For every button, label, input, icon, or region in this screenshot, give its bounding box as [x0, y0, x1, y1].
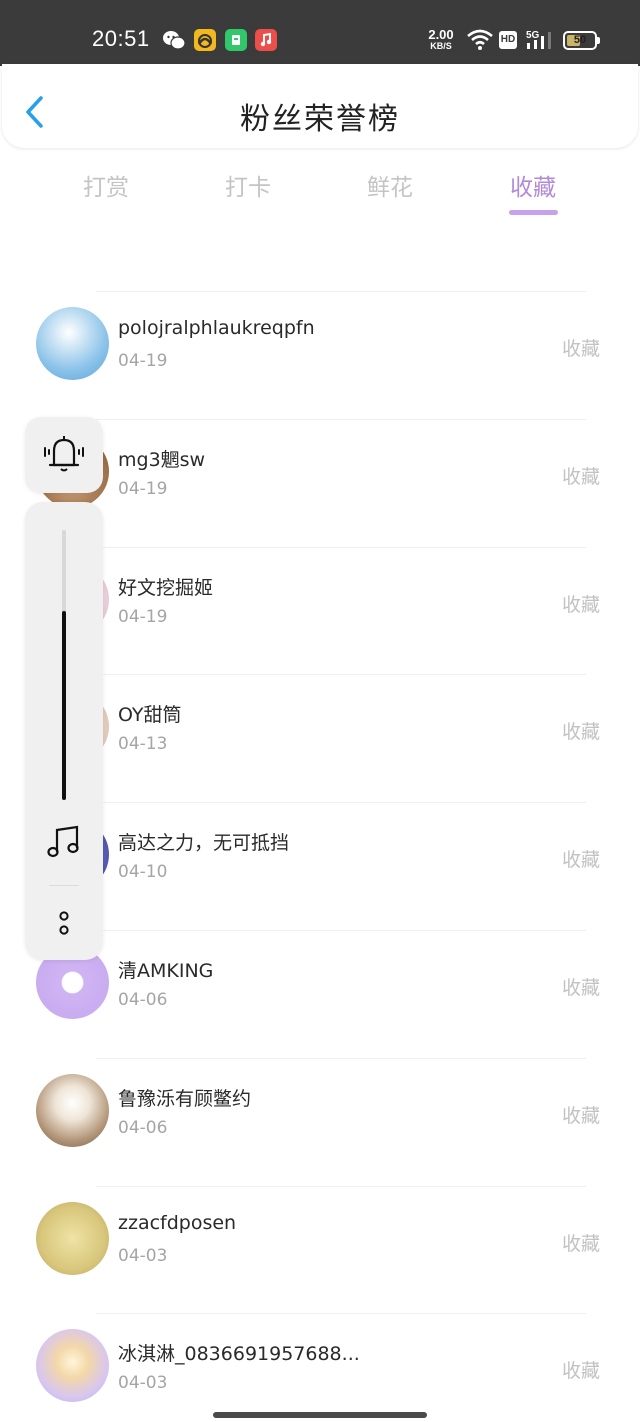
- network-speed-value: 2.00: [428, 27, 454, 42]
- list-item[interactable]: 鲁豫泺有顾鳖约 04-06 收藏: [0, 1057, 640, 1186]
- tab-favorites[interactable]: 收藏: [493, 168, 573, 202]
- list-item-date: 04-03: [118, 1245, 168, 1266]
- list-item-name: 清AMKING: [118, 960, 214, 982]
- green-app-icon: [225, 29, 247, 51]
- wifi-icon: [466, 27, 494, 55]
- list-divider: [96, 674, 586, 676]
- list-item-date: 04-19: [118, 606, 168, 627]
- list-divider: [96, 1313, 586, 1315]
- list-item-action[interactable]: 收藏: [562, 717, 600, 744]
- status-bar: 20:51 2.00 KB/S HD 5G 50: [0, 0, 640, 66]
- list-divider: [96, 1185, 586, 1187]
- volume-panel: [25, 502, 103, 960]
- list-item-date: 04-13: [118, 734, 168, 755]
- list-item-name: 冰淇淋_0836691957688...: [118, 1343, 360, 1366]
- volume-slider[interactable]: [62, 530, 66, 800]
- battery-icon: 50: [563, 31, 597, 50]
- music-app-icon: [255, 29, 277, 51]
- battery-level: 50: [573, 34, 587, 46]
- avatar[interactable]: [36, 1201, 109, 1275]
- list-item[interactable]: polojralphlaukreqpfn 04-19 收藏: [0, 291, 640, 419]
- list-item-name: 鲁豫泺有顾鳖约: [118, 1087, 252, 1110]
- list-item-name: zzacfdposen: [118, 1211, 237, 1234]
- list-item-name: mg3魍sw: [118, 448, 206, 471]
- list-divider: [96, 546, 586, 548]
- network-type-label: 5G: [526, 30, 540, 41]
- signal-icon: 5G: [526, 29, 554, 55]
- list-item-action[interactable]: 收藏: [562, 462, 600, 489]
- list-item-action[interactable]: 收藏: [562, 590, 600, 617]
- list-item[interactable]: 03-31: [0, 237, 640, 255]
- list-item-date: 04-06: [118, 990, 168, 1010]
- tab-checkin[interactable]: 打卡: [208, 168, 288, 202]
- volume-slider-fill: [62, 611, 66, 800]
- list-item-date: 04-10: [118, 862, 168, 883]
- list-item-name: 高达之力，无可抵挡: [118, 832, 290, 855]
- tab-bar: 打赏 打卡 鲜花 收藏: [0, 160, 640, 220]
- avatar[interactable]: [36, 1329, 109, 1403]
- more-dots-icon[interactable]: [56, 910, 72, 938]
- list-item-date: 04-19: [118, 351, 168, 371]
- hd-badge: HD: [499, 31, 517, 49]
- list-item-date: 04-06: [118, 1117, 168, 1138]
- list-item-action[interactable]: 收藏: [562, 845, 600, 872]
- list-divider: [96, 418, 586, 420]
- active-tab-indicator: [509, 210, 558, 215]
- page-title: 粉丝荣誉榜: [240, 102, 400, 137]
- ring-mode-button[interactable]: [25, 417, 103, 493]
- tab-flowers[interactable]: 鲜花: [350, 168, 430, 202]
- list-divider: [96, 802, 586, 804]
- list-item-date: 04-19: [118, 478, 168, 499]
- list-item[interactable]: 冰淇淋_0836691957688... 04-03 收藏: [0, 1313, 640, 1422]
- list-item[interactable]: zzacfdposen 04-03 收藏: [0, 1185, 640, 1314]
- list-divider: [96, 1057, 586, 1059]
- list-item-action[interactable]: 收藏: [562, 334, 600, 361]
- list-item-action[interactable]: 收藏: [562, 973, 600, 1000]
- tab-tip[interactable]: 打赏: [66, 168, 146, 202]
- list-item-action[interactable]: 收藏: [562, 1229, 600, 1256]
- list-item-name: 好文挖掘姬: [118, 576, 214, 599]
- list-item-date: 04-03: [118, 1373, 168, 1394]
- list-item-name: OY甜筒: [118, 704, 182, 727]
- network-speed-unit: KB/S: [430, 41, 452, 51]
- top-app-bar: 粉丝荣誉榜: [2, 64, 638, 148]
- list-item-name: polojralphlaukreqpfn: [118, 317, 315, 339]
- battery-tip: [597, 37, 600, 44]
- bell-vibrate-icon: [44, 436, 84, 472]
- status-time: 20:51: [92, 26, 150, 51]
- network-speed: 2.00 KB/S: [425, 28, 457, 51]
- home-indicator[interactable]: [213, 1412, 427, 1418]
- wechat-icon: [162, 29, 186, 51]
- avatar[interactable]: [36, 1073, 109, 1147]
- music-note-icon[interactable]: [45, 824, 83, 860]
- yellow-app-icon: [194, 29, 216, 51]
- list-divider: [96, 930, 586, 931]
- list-item-action[interactable]: 收藏: [562, 1101, 600, 1128]
- list-item-action[interactable]: 收藏: [562, 1356, 600, 1383]
- avatar[interactable]: [36, 307, 109, 380]
- panel-divider: [49, 885, 79, 886]
- list-divider: [96, 291, 586, 292]
